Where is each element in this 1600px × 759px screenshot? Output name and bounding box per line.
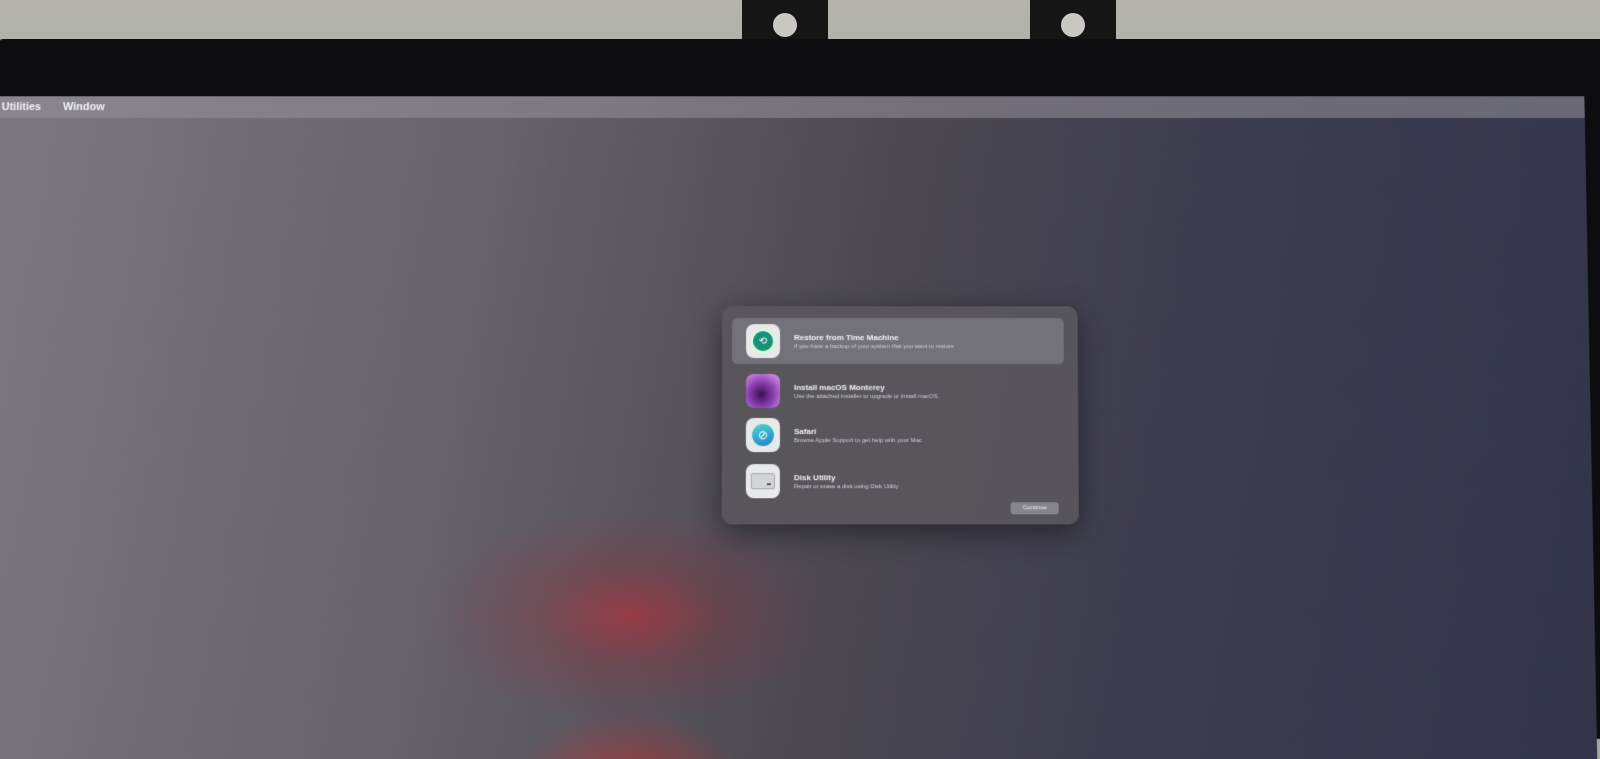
option-safari[interactable]: ⊘ Safari Browse Apple Support to get hel…: [732, 412, 1065, 458]
time-machine-icon: ⟲: [746, 324, 781, 359]
option-restore-time-machine[interactable]: ⟲ Restore from Time Machine If you have …: [732, 318, 1064, 365]
menu-item-window[interactable]: Window: [63, 101, 105, 113]
macos-installer-icon: [745, 374, 781, 408]
recovery-options-dialog: ⟲ Restore from Time Machine If you have …: [721, 306, 1079, 525]
option-title: Restore from Time Machine: [794, 332, 899, 342]
option-title: Install macOS Monterey: [793, 382, 885, 392]
safari-icon: ⊘: [745, 418, 780, 453]
option-disk-utility[interactable]: Disk Utility Repair or erase a disk usin…: [732, 458, 1065, 504]
option-title: Safari: [793, 426, 817, 436]
continue-button[interactable]: Continue: [1010, 502, 1059, 515]
menu-item-utilities[interactable]: Utilities: [2, 101, 42, 113]
option-description: If you have a backup of your system that…: [794, 343, 955, 350]
option-description: Repair or erase a disk using Disk Utilit…: [793, 483, 899, 490]
option-description: Use the attached installer to upgrade or…: [793, 393, 938, 400]
monitor-bezel: Utilities Window ⟲ Restore from Time Mac…: [0, 39, 1600, 759]
disk-utility-icon: [745, 464, 780, 499]
menu-bar: Utilities Window: [0, 96, 1591, 118]
option-install-macos[interactable]: Install macOS Monterey Use the attached …: [732, 368, 1064, 414]
option-title: Disk Utility: [793, 472, 836, 482]
option-description: Browse Apple Support to get help with yo…: [793, 437, 922, 444]
monitor-screen: Utilities Window ⟲ Restore from Time Mac…: [0, 96, 1598, 759]
